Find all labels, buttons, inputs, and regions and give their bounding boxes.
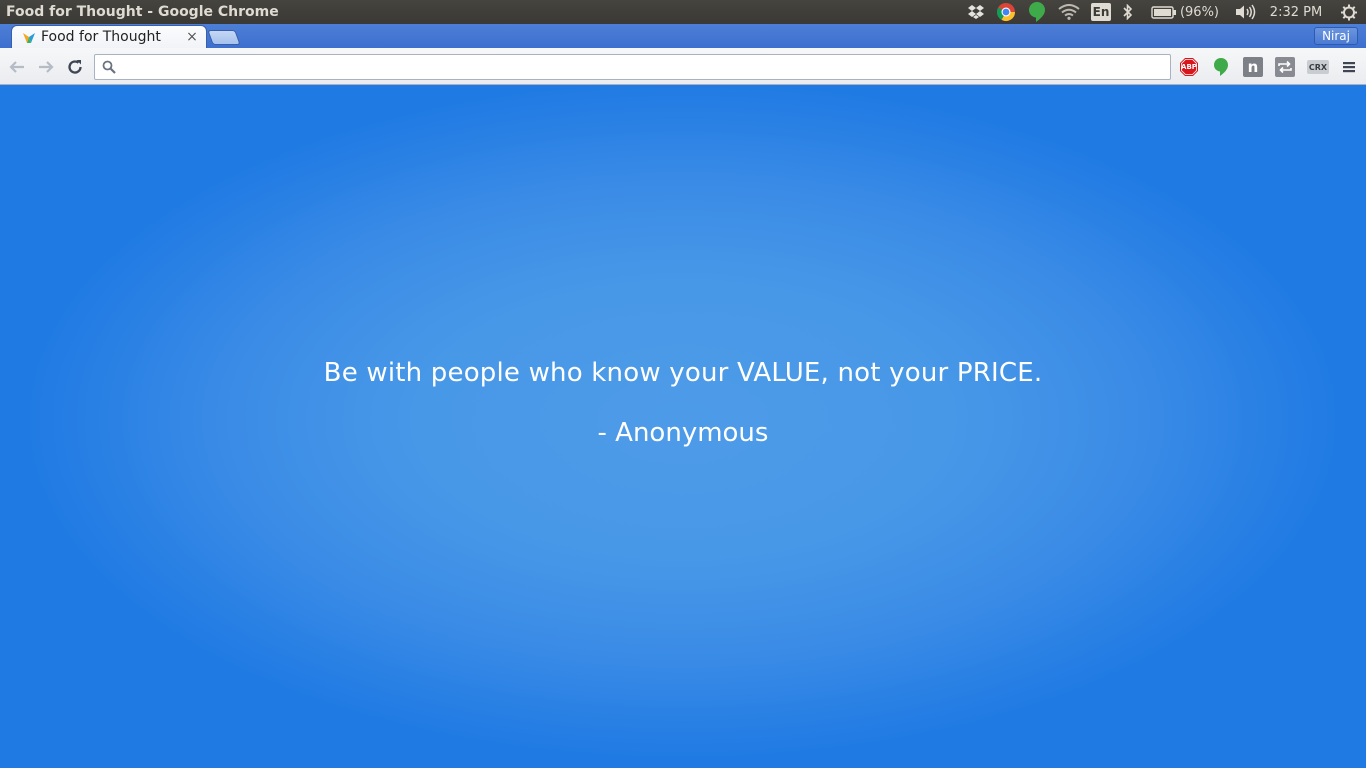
address-bar[interactable]	[94, 54, 1171, 80]
n-extension-icon[interactable]: n	[1242, 56, 1264, 78]
hangouts-icon[interactable]	[1022, 0, 1052, 24]
page-content: Be with people who know your VALUE, not …	[0, 86, 1366, 768]
forward-arrow-icon[interactable]	[35, 56, 57, 78]
quote-text: Be with people who know your VALUE, not …	[323, 358, 1043, 388]
battery-icon	[1151, 5, 1177, 19]
system-top-panel: Food for Thought - Google Chrome En (96%…	[0, 0, 1366, 24]
quote-author: - Anonymous	[597, 418, 769, 448]
battery-indicator[interactable]: (96%)	[1140, 0, 1230, 24]
n-extension-label: n	[1243, 57, 1263, 77]
indicator-area: En (96%) 2:32 PM	[962, 0, 1366, 24]
back-arrow-icon[interactable]	[6, 56, 28, 78]
clock-text: 2:32 PM	[1269, 4, 1323, 20]
address-input[interactable]	[119, 56, 1170, 78]
repeat-extension-icon[interactable]	[1274, 56, 1296, 78]
repeat-glyph	[1275, 57, 1295, 77]
chrome-icon[interactable]	[990, 0, 1022, 24]
new-tab-button[interactable]	[207, 30, 241, 45]
window-title: Food for Thought - Google Chrome	[6, 4, 279, 20]
tab-food-for-thought[interactable]: Food for Thought ×	[12, 26, 206, 48]
bluetooth-icon[interactable]	[1116, 0, 1140, 24]
session-gear-icon[interactable]	[1332, 0, 1366, 24]
reload-icon[interactable]	[64, 56, 86, 78]
crx-label: CRX	[1307, 60, 1329, 74]
keyboard-layout-icon: En	[1091, 3, 1111, 21]
food-for-thought-favicon-icon	[22, 30, 36, 44]
tab-strip: Food for Thought × Niraj	[0, 24, 1366, 48]
keyboard-layout-indicator[interactable]: En	[1086, 0, 1116, 24]
tab-close-icon[interactable]: ×	[184, 29, 200, 45]
hangouts-extension-icon[interactable]	[1210, 56, 1232, 78]
dropbox-icon[interactable]	[962, 0, 990, 24]
search-icon	[99, 60, 119, 74]
clock[interactable]: 2:32 PM	[1260, 0, 1332, 24]
crx-extension-icon[interactable]: CRX	[1306, 56, 1330, 78]
battery-percent: (96%)	[1179, 4, 1220, 20]
volume-icon[interactable]	[1230, 0, 1260, 24]
wifi-icon[interactable]	[1052, 0, 1086, 24]
browser-toolbar: ABP n CRX	[0, 48, 1366, 85]
adblock-plus-icon[interactable]: ABP	[1178, 56, 1200, 78]
tab-title: Food for Thought	[41, 29, 161, 45]
chrome-menu-icon[interactable]	[1338, 56, 1360, 78]
profile-button[interactable]: Niraj	[1314, 27, 1358, 45]
adblock-label: ABP	[1181, 63, 1197, 71]
